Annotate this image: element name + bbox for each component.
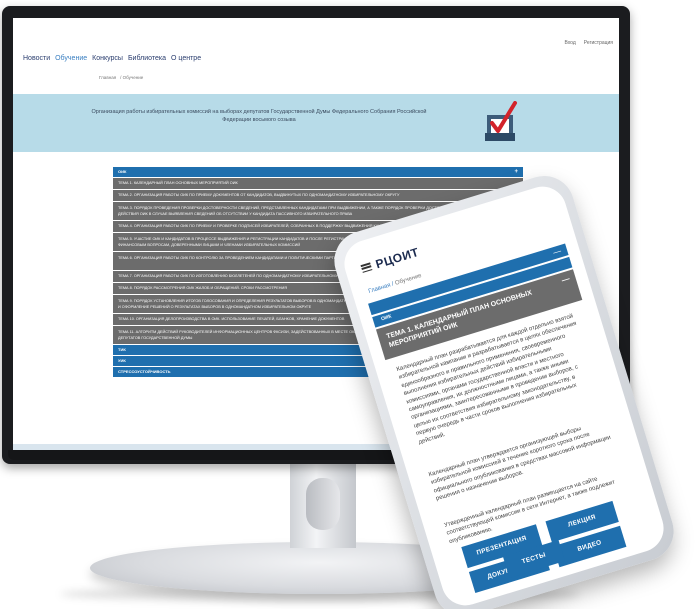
nav-about[interactable]: О центре — [171, 55, 201, 62]
breadcrumb: Главная / Обучение — [99, 75, 144, 80]
phone-breadcrumb-home[interactable]: Главная — [368, 282, 392, 294]
promo-composition: Вход Регистрация Новости Обучение Конкур… — [0, 0, 698, 609]
main-nav: Новости Обучение Конкурсы Библиотека О ц… — [23, 55, 201, 62]
nav-library[interactable]: Библиотека — [128, 55, 166, 62]
nav-learning[interactable]: Обучение — [55, 55, 87, 62]
collapse-icon[interactable]: — — [560, 274, 570, 285]
breadcrumb-current: Обучение — [122, 75, 144, 80]
hamburger-menu-icon[interactable] — [360, 262, 373, 273]
collapse-icon[interactable]: + — [514, 167, 518, 177]
breadcrumb-home[interactable]: Главная — [99, 75, 116, 80]
stand-cable-hole — [306, 478, 340, 530]
section-oik-label: ОИК — [118, 169, 127, 174]
ballot-check-icon — [485, 101, 517, 141]
register-link[interactable]: Регистрация — [584, 40, 613, 46]
nav-news[interactable]: Новости — [23, 55, 50, 62]
collapse-icon[interactable]: — — [552, 246, 562, 257]
phone-header: РЦОИТ — [360, 245, 421, 276]
course-banner: Организация работы избирательных комисси… — [13, 94, 619, 152]
nav-contests[interactable]: Конкурсы — [92, 55, 123, 62]
section-oik-header[interactable]: ОИК + — [113, 167, 523, 177]
topic-row[interactable]: ТЕМА 1. КАЛЕНДАРНЫЙ ПЛАН ОСНОВНЫХ МЕРОПР… — [113, 178, 523, 189]
login-link[interactable]: Вход — [564, 40, 575, 46]
auth-links: Вход Регистрация — [564, 40, 613, 46]
banner-title: Организация работы избирательных комисси… — [91, 109, 427, 123]
logo[interactable]: РЦОИТ — [374, 245, 421, 271]
phone-breadcrumb-current: Обучение — [394, 272, 423, 287]
